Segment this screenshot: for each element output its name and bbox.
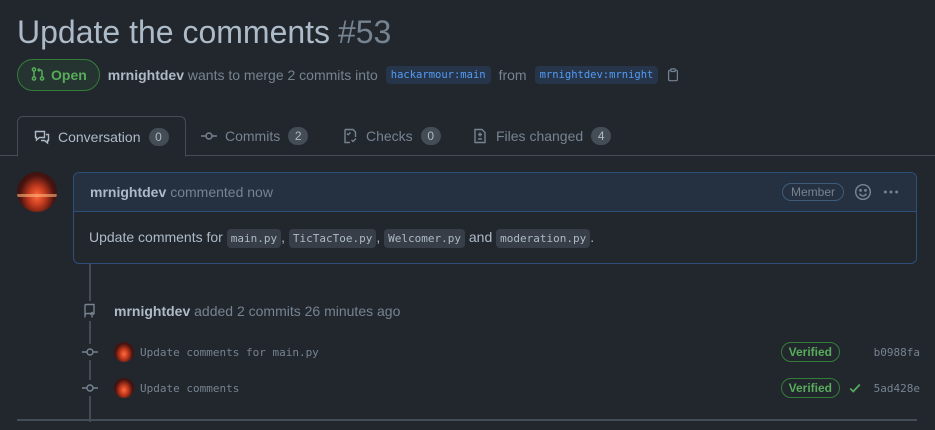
tab-count: 0 — [420, 127, 441, 145]
kebab-horizontal-icon[interactable] — [882, 183, 900, 201]
merge-text: wants to merge 2 commits into — [187, 67, 378, 83]
tab-label: Files changed — [496, 128, 584, 144]
commit-sha[interactable]: 5ad428e — [870, 382, 920, 395]
comment-header: mrnightdev commented now Member — [74, 173, 916, 212]
commits-added-event: mrnightdev added 2 commits 26 minutes ag… — [80, 299, 400, 323]
comment-discussion-icon — [34, 129, 50, 145]
copy-icon[interactable] — [666, 68, 680, 82]
commit-message[interactable]: Update comments — [140, 382, 239, 395]
tab-conversation[interactable]: Conversation 0 — [17, 116, 186, 157]
tab-checks[interactable]: Checks 0 — [326, 116, 457, 156]
file-code: main.py — [226, 229, 282, 248]
verified-badge[interactable]: Verified — [780, 342, 840, 362]
pr-tabs: Conversation 0 Commits 2 Checks 0 Files … — [0, 116, 935, 157]
tab-commits[interactable]: Commits 2 — [185, 116, 324, 156]
base-branch[interactable]: hackarmour:main — [385, 66, 491, 84]
pr-title-row: Update the comments #53 — [17, 14, 391, 51]
tab-files-changed[interactable]: Files changed 4 — [456, 116, 627, 156]
tab-count: 0 — [148, 127, 169, 146]
file-code: Welcomer.py — [384, 229, 465, 248]
pr-meta: Open mrnightdev wants to merge 2 commits… — [17, 59, 680, 91]
smiley-icon[interactable] — [854, 183, 872, 201]
repo-push-icon — [80, 301, 100, 321]
commit-row: Update comments Verified 5ad428e — [80, 376, 920, 400]
commit-sha[interactable]: b0988fa — [870, 346, 920, 359]
commit-avatar[interactable] — [114, 342, 134, 362]
verified-badge[interactable]: Verified — [780, 378, 840, 398]
pr-author-link[interactable]: mrnightdev — [108, 67, 184, 83]
commit-avatar[interactable] — [114, 378, 134, 398]
checklist-icon — [342, 128, 358, 144]
tab-label: Conversation — [58, 128, 141, 145]
comment-body: Update comments for main.py, TicTacToe.p… — [74, 212, 916, 262]
comment-author[interactable]: mrnightdev — [90, 184, 166, 200]
pr-number: #53 — [337, 14, 392, 50]
git-pull-request-icon — [30, 66, 46, 85]
commit-message[interactable]: Update comments for main.py — [140, 346, 319, 359]
file-diff-icon — [472, 128, 488, 144]
avatar[interactable] — [17, 172, 57, 212]
pr-title: Update the comments — [17, 14, 331, 50]
event-time[interactable]: 26 minutes ago — [305, 303, 401, 319]
event-text: added 2 commits — [194, 303, 301, 319]
pr-state-label: Open — [51, 67, 87, 83]
member-badge: Member — [781, 183, 844, 201]
tab-label: Checks — [366, 128, 413, 144]
commit-row: Update comments for main.py Verified b09… — [80, 340, 920, 364]
tab-count: 4 — [591, 127, 612, 145]
head-branch[interactable]: mrnightdev:mrnight — [534, 66, 659, 84]
from-text: from — [498, 67, 527, 83]
file-code: moderation.py — [496, 229, 591, 248]
comment-time[interactable]: commented now — [170, 184, 273, 200]
git-commit-icon — [80, 380, 100, 396]
file-code: TicTacToe.py — [288, 229, 377, 248]
comment-box: mrnightdev commented now Member Update c… — [73, 172, 917, 264]
pr-state-badge: Open — [17, 59, 100, 91]
git-commit-icon — [201, 128, 217, 144]
git-commit-icon — [80, 344, 100, 360]
event-author[interactable]: mrnightdev — [114, 303, 190, 319]
check-icon[interactable] — [848, 381, 862, 395]
tab-label: Commits — [225, 128, 281, 144]
tab-count: 2 — [288, 127, 309, 145]
timeline-divider — [17, 419, 917, 421]
